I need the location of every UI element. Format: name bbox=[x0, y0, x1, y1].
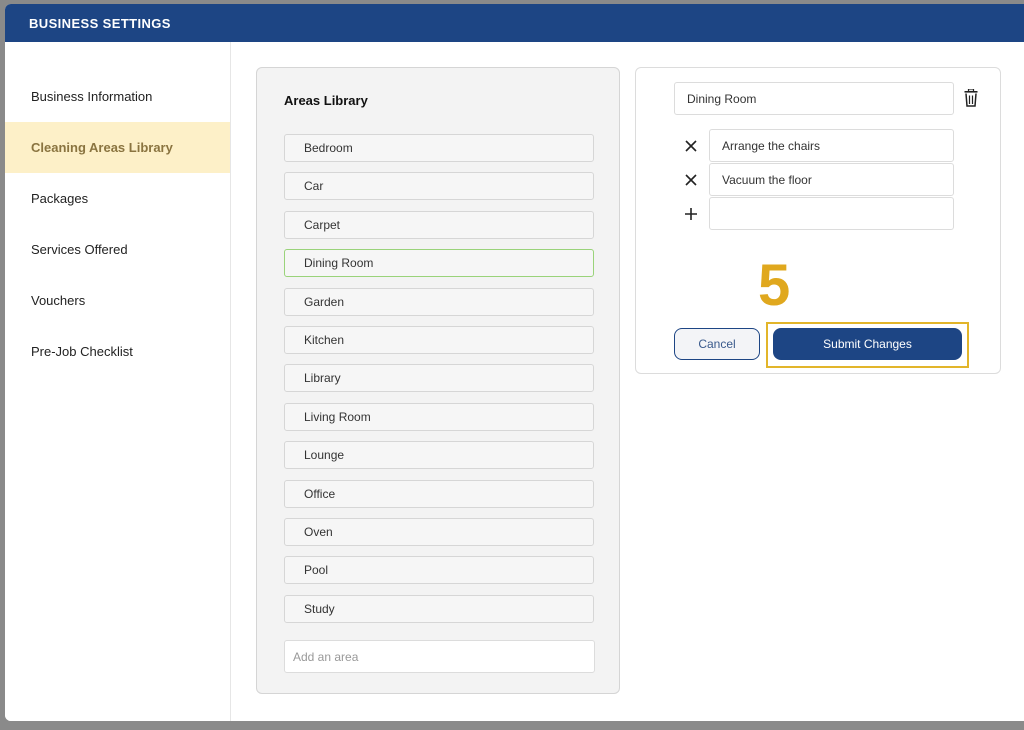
area-item[interactable]: Library bbox=[284, 364, 594, 392]
areas-library-title: Areas Library bbox=[284, 93, 368, 108]
add-area-input[interactable] bbox=[284, 640, 595, 673]
area-item[interactable]: Car bbox=[284, 172, 594, 200]
business-settings-modal: BUSINESS SETTINGS Business Information C… bbox=[5, 4, 1024, 721]
submit-changes-button[interactable]: Submit Changes bbox=[773, 328, 962, 360]
task-field-1[interactable] bbox=[709, 129, 954, 162]
area-item[interactable]: Living Room bbox=[284, 403, 594, 431]
sidebar-item-services-offered[interactable]: Services Offered bbox=[5, 224, 230, 275]
area-name-field[interactable] bbox=[674, 82, 954, 115]
area-item[interactable]: Dining Room bbox=[284, 249, 594, 277]
areas-library-panel: Areas Library Bedroom Car Carpet Dining Roo… bbox=[256, 67, 620, 694]
task-field-2[interactable] bbox=[709, 163, 954, 196]
area-item[interactable]: Pool bbox=[284, 556, 594, 584]
area-editor-panel: 5 Cancel Submit Changes bbox=[635, 67, 1001, 374]
area-item[interactable]: Oven bbox=[284, 518, 594, 546]
cancel-button[interactable]: Cancel bbox=[674, 328, 760, 360]
modal-title: BUSINESS SETTINGS bbox=[29, 16, 171, 31]
area-item[interactable]: Office bbox=[284, 480, 594, 508]
sidebar-item-pre-job-checklist[interactable]: Pre-Job Checklist bbox=[5, 326, 230, 377]
area-item[interactable]: Garden bbox=[284, 288, 594, 316]
area-item[interactable]: Kitchen bbox=[284, 326, 594, 354]
area-item[interactable]: Carpet bbox=[284, 211, 594, 239]
area-item[interactable]: Bedroom bbox=[284, 134, 594, 162]
trash-icon[interactable] bbox=[962, 89, 980, 107]
area-item[interactable]: Lounge bbox=[284, 441, 594, 469]
sidebar-item-packages[interactable]: Packages bbox=[5, 173, 230, 224]
plus-icon[interactable] bbox=[682, 205, 700, 223]
settings-sidebar: Business Information Cleaning Areas Libr… bbox=[5, 42, 231, 721]
sidebar-item-vouchers[interactable]: Vouchers bbox=[5, 275, 230, 326]
step-number: 5 bbox=[758, 253, 791, 318]
modal-header: BUSINESS SETTINGS bbox=[5, 4, 1024, 42]
sidebar-item-cleaning-areas-library[interactable]: Cleaning Areas Library bbox=[5, 122, 230, 173]
close-icon[interactable] bbox=[682, 137, 700, 155]
new-task-field[interactable] bbox=[709, 197, 954, 230]
area-item[interactable]: Study bbox=[284, 595, 594, 623]
sidebar-item-business-information[interactable]: Business Information bbox=[5, 71, 230, 122]
close-icon[interactable] bbox=[682, 171, 700, 189]
